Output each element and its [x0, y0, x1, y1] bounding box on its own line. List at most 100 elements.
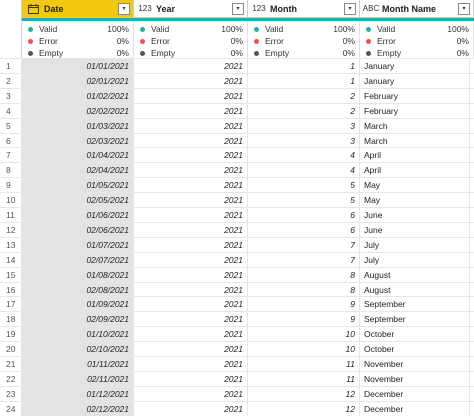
cell-month[interactable]: 2 — [248, 103, 360, 118]
cell-month-name[interactable]: August — [360, 267, 470, 282]
row-number[interactable]: 21 — [0, 357, 22, 371]
cell-month-name[interactable]: September — [360, 297, 470, 312]
cell-year[interactable]: 2021 — [134, 148, 248, 163]
row-number[interactable]: 4 — [0, 103, 22, 118]
table-row[interactable]: 2 02/01/2021 2021 1 January — [0, 72, 474, 88]
cell-month-name[interactable]: April — [360, 163, 470, 178]
cell-date[interactable]: 02/07/2021 — [22, 252, 134, 267]
row-number[interactable]: 9 — [0, 178, 22, 193]
cell-year[interactable]: 2021 — [134, 178, 248, 193]
column-header-date[interactable]: Date ▾ — [22, 0, 134, 18]
table-row[interactable]: 7 01/04/2021 2021 4 April — [0, 147, 474, 163]
cell-month-name[interactable]: July — [360, 237, 470, 252]
cell-year[interactable]: 2021 — [134, 267, 248, 282]
table-row[interactable]: 3 01/02/2021 2021 2 February — [0, 87, 474, 103]
table-row[interactable]: 9 01/05/2021 2021 5 May — [0, 177, 474, 193]
row-number[interactable]: 18 — [0, 312, 22, 327]
row-number[interactable]: 10 — [0, 193, 22, 208]
table-row[interactable]: 11 01/06/2021 2021 6 June — [0, 207, 474, 222]
cell-month-name[interactable]: March — [360, 118, 470, 133]
cell-month[interactable]: 11 — [248, 357, 360, 371]
table-row[interactable]: 18 02/09/2021 2021 9 September — [0, 311, 474, 327]
cell-month-name[interactable]: August — [360, 282, 470, 297]
cell-month-name[interactable]: January — [360, 73, 470, 88]
table-row[interactable]: 22 02/11/2021 2021 11 November — [0, 370, 474, 386]
cell-year[interactable]: 2021 — [134, 193, 248, 208]
row-number[interactable]: 17 — [0, 297, 22, 312]
row-number[interactable]: 1 — [0, 59, 22, 73]
row-number[interactable]: 16 — [0, 282, 22, 297]
cell-year[interactable]: 2021 — [134, 386, 248, 401]
cell-year[interactable]: 2021 — [134, 312, 248, 327]
cell-date[interactable]: 02/05/2021 — [22, 193, 134, 208]
row-number[interactable]: 3 — [0, 88, 22, 103]
table-row[interactable]: 6 02/03/2021 2021 3 March — [0, 132, 474, 148]
cell-year[interactable]: 2021 — [134, 73, 248, 88]
cell-date[interactable]: 02/10/2021 — [22, 342, 134, 357]
cell-date[interactable]: 01/10/2021 — [22, 327, 134, 342]
row-number[interactable]: 19 — [0, 327, 22, 342]
cell-month[interactable]: 3 — [248, 133, 360, 148]
cell-month[interactable]: 11 — [248, 371, 360, 386]
cell-month-name[interactable]: October — [360, 327, 470, 342]
row-number[interactable]: 7 — [0, 148, 22, 163]
cell-year[interactable]: 2021 — [134, 371, 248, 386]
cell-month[interactable]: 8 — [248, 267, 360, 282]
table-row[interactable]: 4 02/02/2021 2021 2 February — [0, 102, 474, 118]
cell-month-name[interactable]: May — [360, 178, 470, 193]
table-row[interactable]: 20 02/10/2021 2021 10 October — [0, 341, 474, 357]
cell-month[interactable]: 12 — [248, 386, 360, 401]
cell-year[interactable]: 2021 — [134, 237, 248, 252]
cell-month[interactable]: 7 — [248, 237, 360, 252]
cell-year[interactable]: 2021 — [134, 222, 248, 237]
cell-month[interactable]: 9 — [248, 312, 360, 327]
row-number[interactable]: 5 — [0, 118, 22, 133]
table-row[interactable]: 16 02/08/2021 2021 8 August — [0, 281, 474, 297]
cell-month-name[interactable]: December — [360, 386, 470, 401]
cell-month-name[interactable]: December — [360, 401, 470, 416]
chevron-down-icon[interactable]: ▾ — [344, 2, 356, 15]
table-row[interactable]: 12 02/06/2021 2021 6 June — [0, 221, 474, 237]
cell-date[interactable]: 01/03/2021 — [22, 118, 134, 133]
table-row[interactable]: 17 01/09/2021 2021 9 September — [0, 296, 474, 312]
chevron-down-icon[interactable]: ▾ — [458, 2, 470, 15]
table-row[interactable]: 21 01/11/2021 2021 11 November — [0, 356, 474, 371]
table-row[interactable]: 5 01/03/2021 2021 3 March — [0, 117, 474, 133]
cell-month-name[interactable]: July — [360, 252, 470, 267]
row-number[interactable]: 11 — [0, 208, 22, 222]
row-number[interactable]: 8 — [0, 163, 22, 178]
cell-date[interactable]: 01/02/2021 — [22, 88, 134, 103]
row-number[interactable]: 13 — [0, 237, 22, 252]
cell-date[interactable]: 01/12/2021 — [22, 386, 134, 401]
cell-date[interactable]: 01/06/2021 — [22, 208, 134, 222]
cell-month[interactable]: 1 — [248, 59, 360, 73]
cell-date[interactable]: 02/01/2021 — [22, 73, 134, 88]
cell-month[interactable]: 5 — [248, 193, 360, 208]
text-type-icon[interactable]: ABC — [363, 3, 379, 15]
cell-date[interactable]: 02/03/2021 — [22, 133, 134, 148]
cell-date[interactable]: 02/11/2021 — [22, 371, 134, 386]
cell-date[interactable]: 01/08/2021 — [22, 267, 134, 282]
cell-month[interactable]: 7 — [248, 252, 360, 267]
cell-year[interactable]: 2021 — [134, 133, 248, 148]
cell-date[interactable]: 01/04/2021 — [22, 148, 134, 163]
cell-month[interactable]: 3 — [248, 118, 360, 133]
row-number[interactable]: 22 — [0, 371, 22, 386]
chevron-down-icon[interactable]: ▾ — [118, 2, 130, 15]
cell-month[interactable]: 4 — [248, 163, 360, 178]
cell-year[interactable]: 2021 — [134, 342, 248, 357]
whole-number-type-icon[interactable]: 123 — [138, 3, 152, 15]
cell-year[interactable]: 2021 — [134, 59, 248, 73]
cell-month-name[interactable]: February — [360, 88, 470, 103]
cell-month-name[interactable]: June — [360, 208, 470, 222]
cell-year[interactable]: 2021 — [134, 357, 248, 371]
table-row[interactable]: 19 01/10/2021 2021 10 October — [0, 326, 474, 342]
cell-year[interactable]: 2021 — [134, 208, 248, 222]
cell-month[interactable]: 10 — [248, 342, 360, 357]
cell-year[interactable]: 2021 — [134, 252, 248, 267]
cell-month-name[interactable]: January — [360, 59, 470, 73]
row-number[interactable]: 20 — [0, 342, 22, 357]
cell-date[interactable]: 02/08/2021 — [22, 282, 134, 297]
table-row[interactable]: 14 02/07/2021 2021 7 July — [0, 251, 474, 267]
cell-year[interactable]: 2021 — [134, 103, 248, 118]
